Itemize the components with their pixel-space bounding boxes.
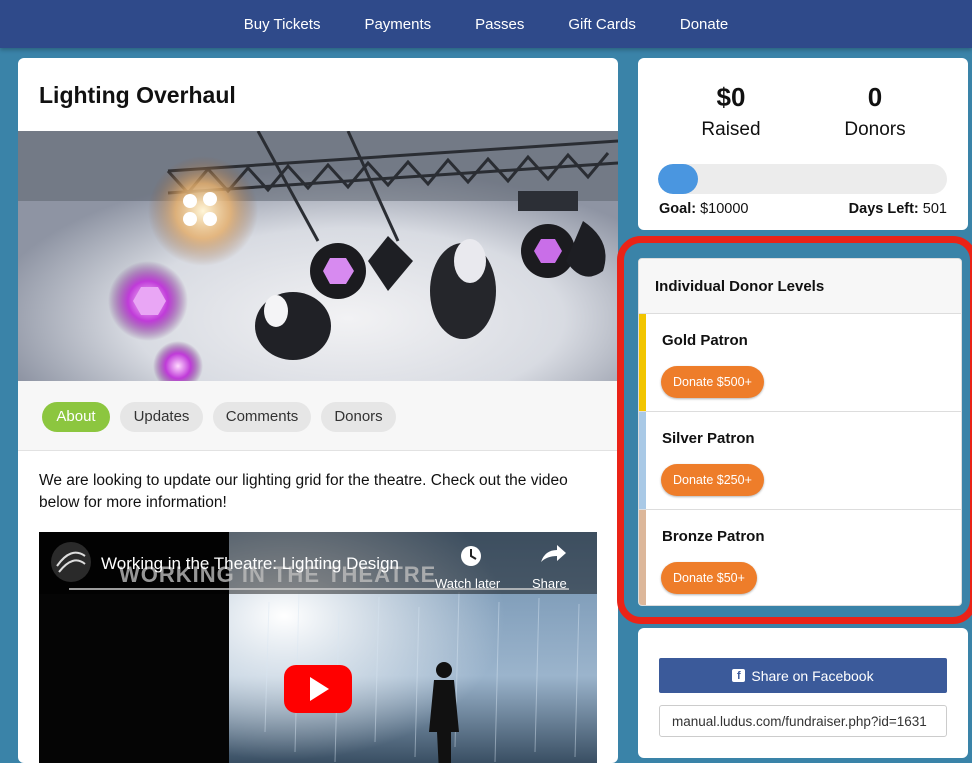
tab-about[interactable]: About — [42, 402, 110, 432]
level-color-bar — [639, 510, 646, 605]
facebook-icon: f — [732, 669, 746, 682]
progress-fill — [658, 164, 698, 194]
level-name: Silver Patron — [662, 430, 755, 447]
donor-levels-heading: Individual Donor Levels — [639, 259, 961, 314]
donate-250-button[interactable]: Donate $250+ — [661, 464, 764, 496]
raised-label: Raised — [701, 119, 761, 140]
nav-buy-tickets[interactable]: Buy Tickets — [222, 16, 343, 33]
campaign-tabs: About Updates Comments Donors — [18, 381, 618, 451]
donate-500-button[interactable]: Donate $500+ — [661, 366, 764, 398]
nav-gift-cards[interactable]: Gift Cards — [546, 16, 658, 33]
donor-levels-card: Individual Donor Levels Gold Patron Dona… — [638, 258, 962, 606]
share-card: f Share on Facebook — [638, 628, 968, 758]
campaign-title: Lighting Overhaul — [39, 82, 236, 108]
donor-count: 0 — [867, 82, 883, 112]
nav-passes[interactable]: Passes — [453, 16, 546, 33]
nav-payments[interactable]: Payments — [342, 16, 453, 33]
campaign-description: We are looking to update our lighting gr… — [39, 472, 568, 511]
level-color-bar — [639, 314, 646, 411]
tab-donors[interactable]: Donors — [321, 402, 396, 432]
donor-level-silver: Silver Patron Donate $250+ — [639, 412, 961, 510]
donors-label: Donors — [844, 119, 906, 140]
tab-comments[interactable]: Comments — [213, 402, 311, 432]
nav-donate[interactable]: Donate — [658, 16, 750, 33]
video-embed[interactable]: WORKING IN THE THEATRE Working in the Th… — [39, 532, 597, 763]
raised-amount: $0 — [716, 82, 746, 112]
campaign-card: Lighting Overhaul About Updates Comments… — [18, 58, 618, 763]
share-facebook-label: Share on Facebook — [751, 667, 874, 684]
share-facebook-button[interactable]: f Share on Facebook — [659, 658, 947, 693]
days-left-text: Days Left: 501 — [849, 201, 947, 217]
goal-text: Goal: $10000 — [659, 201, 748, 217]
goal-label: Goal: — [659, 201, 697, 217]
fundraiser-stats: $0 Raised 0 Donors Goal: $10000 Days Lef… — [638, 58, 968, 230]
donor-level-bronze: Bronze Patron Donate $50+ — [639, 510, 961, 605]
stage-lights-image — [18, 131, 618, 381]
progress-bar — [658, 164, 947, 194]
days-left-label: Days Left: — [848, 201, 919, 217]
share-url-field[interactable] — [659, 705, 947, 737]
hero-image — [18, 131, 618, 381]
days-left-value: 501 — [922, 201, 947, 217]
watch-later-label[interactable]: Watch later — [435, 576, 500, 591]
level-color-bar — [639, 412, 646, 509]
donor-level-gold: Gold Patron Donate $500+ — [639, 314, 961, 412]
goal-value: $10000 — [700, 201, 749, 217]
donate-50-button[interactable]: Donate $50+ — [661, 562, 757, 594]
video-title[interactable]: Working in the Theatre: Lighting Design — [101, 554, 399, 574]
tab-updates[interactable]: Updates — [120, 402, 203, 432]
top-nav: Buy Tickets Payments Passes Gift Cards D… — [0, 0, 972, 48]
level-name: Gold Patron — [662, 332, 748, 349]
share-label[interactable]: Share — [532, 576, 567, 591]
level-name: Bronze Patron — [662, 528, 765, 545]
